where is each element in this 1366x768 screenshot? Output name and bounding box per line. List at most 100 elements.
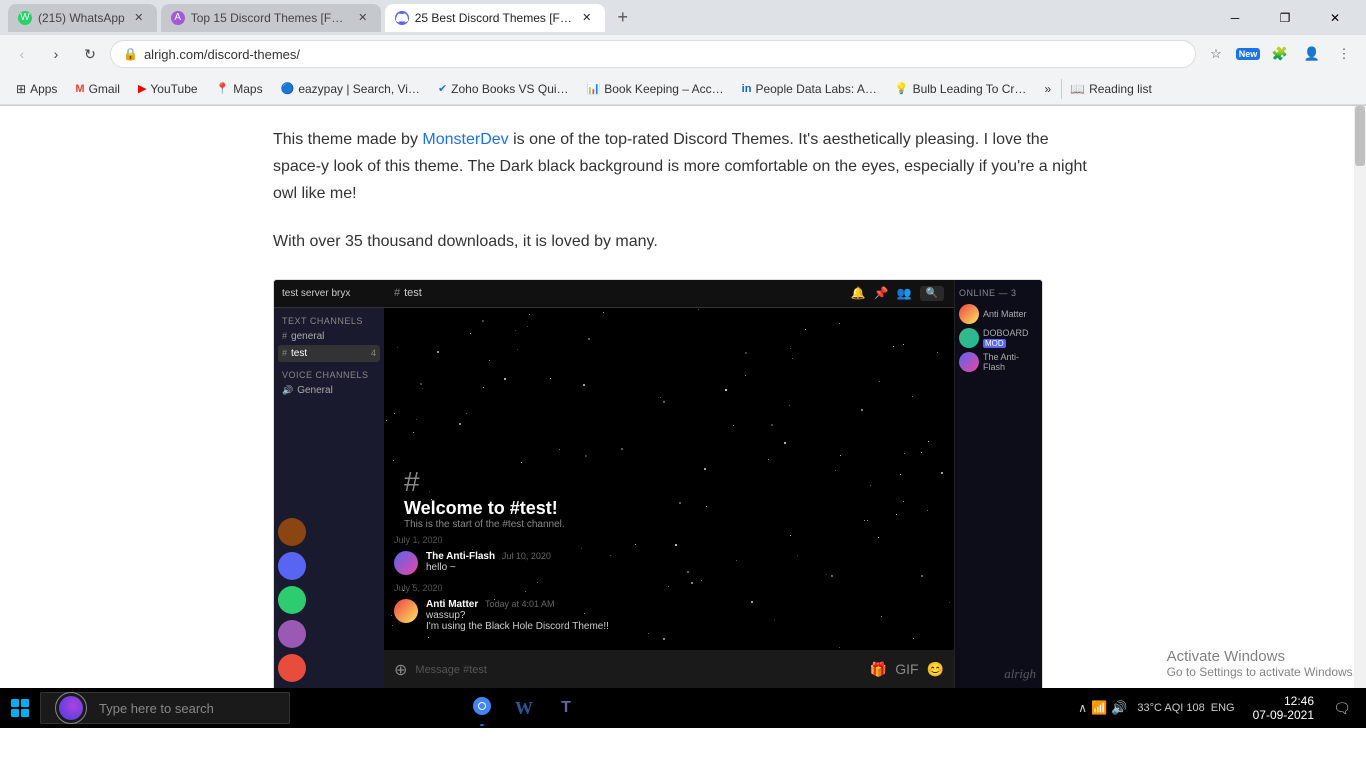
activate-line1: Activate Windows bbox=[1167, 648, 1356, 665]
member-avatar-1 bbox=[959, 304, 979, 324]
tab-discord2[interactable]: 25 Best Discord Themes [For Bett… ✕ bbox=[385, 4, 605, 32]
back-button[interactable]: ‹ bbox=[8, 40, 36, 68]
bookmark-gmail[interactable]: M Gmail bbox=[67, 79, 128, 99]
discord-topbar: # test 🔔 📌 👥 🔍 bbox=[384, 280, 954, 308]
bookmark-pdl[interactable]: in People Data Labs: A… bbox=[734, 79, 885, 99]
extensions-icon[interactable]: 🧩 bbox=[1266, 40, 1294, 68]
tab-close-discord2[interactable]: ✕ bbox=[579, 10, 595, 26]
hash-topbar: # bbox=[394, 287, 400, 299]
close-button[interactable]: ✕ bbox=[1312, 4, 1358, 32]
taskbar-mail[interactable]: ✉ bbox=[420, 688, 460, 728]
bookmark-more[interactable]: » bbox=[1036, 79, 1059, 99]
start-button[interactable] bbox=[0, 688, 40, 728]
msg-avatar-1 bbox=[394, 551, 418, 575]
taskbar-clock[interactable]: 12:46 07-09-2021 bbox=[1245, 694, 1322, 722]
search-topbar-icon: 🔍 bbox=[926, 288, 938, 299]
monsterdev-link[interactable]: MonsterDev bbox=[422, 131, 508, 148]
windows-icon bbox=[11, 699, 29, 717]
channel-voice-general[interactable]: 🔊 General bbox=[278, 382, 380, 399]
bookmark-maps[interactable]: 📍 Maps bbox=[208, 79, 271, 99]
bookmark-eazypay-label: eazypay | Search, Vi… bbox=[298, 82, 420, 96]
scrollbar-thumb[interactable] bbox=[1355, 106, 1365, 166]
bookmark-maps-label: Maps bbox=[233, 82, 262, 96]
activate-windows-overlay: Activate Windows Go to Settings to activ… bbox=[1167, 648, 1356, 679]
paragraph1: This theme made by MonsterDev is one of … bbox=[273, 126, 1093, 208]
taskbar-search[interactable]: Type here to search bbox=[40, 692, 290, 724]
bookmark-youtube-label: YouTube bbox=[150, 82, 197, 96]
welcome-subtitle: This is the start of the #test channel. bbox=[404, 519, 565, 530]
chevron-up-icon[interactable]: ∧ bbox=[1078, 701, 1087, 715]
address-text: alrigh.com/discord-themes/ bbox=[144, 47, 300, 62]
taskbar-task-view[interactable]: ⧉ bbox=[294, 688, 334, 728]
member-badge-2: MOD bbox=[983, 339, 1006, 348]
tab-close-discord1[interactable]: ✕ bbox=[355, 10, 371, 26]
chat-input-placeholder[interactable]: Message #test bbox=[415, 664, 487, 676]
taskbar-teams[interactable]: T bbox=[546, 688, 586, 728]
taskbar-right: ∧ 📶 🔊 33°C AQI 108 ENG 12:46 07-09-2021 … bbox=[1078, 688, 1366, 728]
channel-general[interactable]: # general bbox=[278, 328, 380, 345]
bookmark-bookkeeping[interactable]: 📊 Book Keeping – Acc… bbox=[579, 79, 732, 99]
tab-close-whatsapp[interactable]: ✕ bbox=[131, 10, 147, 26]
file-explorer-icon: 🗂 bbox=[345, 698, 368, 719]
avatar-3 bbox=[278, 586, 306, 614]
new-tab-button[interactable]: + bbox=[609, 4, 637, 32]
bookmark-apps[interactable]: ⊞ Apps bbox=[8, 79, 65, 99]
scrollbar[interactable] bbox=[1354, 106, 1366, 728]
member-avatar-2 bbox=[959, 328, 979, 348]
msg-author-1: The Anti-Flash bbox=[426, 551, 495, 562]
message-1: The Anti-Flash Jul 10, 2020 hello ~ bbox=[394, 551, 944, 575]
tab-favicon-whatsapp: W bbox=[18, 11, 32, 25]
taskbar-store[interactable]: 🛍 bbox=[378, 688, 418, 728]
watermark: alrigh bbox=[1004, 666, 1036, 682]
reading-list[interactable]: 📖 Reading list bbox=[1061, 79, 1160, 99]
discord-sidebar: test server bryx TEXT CHANNELS # general bbox=[274, 280, 384, 690]
server-header[interactable]: test server bryx bbox=[274, 280, 384, 308]
cortana-button[interactable] bbox=[55, 692, 87, 724]
profile-icon[interactable]: 👤 bbox=[1298, 40, 1326, 68]
bookmark-eazypay[interactable]: 🔵 eazypay | Search, Vi… bbox=[273, 79, 428, 99]
tab-title-discord1: Top 15 Discord Themes [For Bett… bbox=[191, 11, 349, 25]
maximize-button[interactable]: ❐ bbox=[1262, 4, 1308, 32]
bookmark-zoho[interactable]: ✔ Zoho Books VS Qui… bbox=[430, 79, 577, 99]
chat-action-icons: 🎁 GIF 😊 bbox=[870, 661, 944, 678]
bookmark-bulb[interactable]: 💡 Bulb Leading To Cr… bbox=[887, 79, 1035, 99]
forward-button[interactable]: › bbox=[42, 40, 70, 68]
taskbar-chrome[interactable] bbox=[462, 688, 502, 728]
channel-test-label: test bbox=[291, 348, 307, 359]
tab-whatsapp[interactable]: W (215) WhatsApp ✕ bbox=[8, 4, 157, 32]
refresh-button[interactable]: ↻ bbox=[76, 40, 104, 68]
chrome-active-indicator bbox=[480, 724, 484, 726]
welcome-title: Welcome to #test! bbox=[404, 498, 565, 519]
volume-icon[interactable]: 🔊 bbox=[1111, 700, 1127, 716]
channel-general-label: general bbox=[291, 331, 324, 342]
taskbar-file-explorer[interactable]: 🗂 bbox=[336, 688, 376, 728]
gif-icon[interactable]: GIF bbox=[895, 661, 918, 678]
bell-icon[interactable]: 🔔 bbox=[851, 286, 866, 300]
emoji-icon[interactable]: 😊 bbox=[927, 661, 944, 678]
text-channels-title: TEXT CHANNELS bbox=[278, 314, 380, 328]
channel-test[interactable]: # test 4 bbox=[278, 345, 380, 362]
language-indicator[interactable]: ENG bbox=[1211, 702, 1235, 714]
minimize-button[interactable]: ─ bbox=[1212, 4, 1258, 32]
notification-center[interactable]: 🗨 bbox=[1326, 688, 1358, 728]
pin-icon[interactable]: 📌 bbox=[874, 286, 889, 300]
tab-discord1[interactable]: A Top 15 Discord Themes [For Bett… ✕ bbox=[161, 4, 381, 32]
members-icon[interactable]: 👥 bbox=[897, 286, 912, 300]
channel-notification: 4 bbox=[371, 348, 376, 358]
weather-info[interactable]: 33°C AQI 108 bbox=[1137, 702, 1204, 714]
search-box[interactable]: 🔍 bbox=[920, 286, 944, 301]
welcome-hash: # bbox=[404, 466, 565, 498]
page-wrapper: W (215) WhatsApp ✕ A Top 15 Discord Them… bbox=[0, 0, 1366, 728]
bookmark-icon[interactable]: ☆ bbox=[1202, 40, 1230, 68]
bookmark-gmail-label: Gmail bbox=[89, 82, 120, 96]
voice-channels-title: VOICE CHANNELS bbox=[278, 368, 380, 382]
taskbar-word[interactable]: W bbox=[504, 688, 544, 728]
add-icon[interactable]: ⊕ bbox=[394, 660, 407, 680]
menu-icon[interactable]: ⋮ bbox=[1330, 40, 1358, 68]
bookmark-bulb-label: Bulb Leading To Cr… bbox=[913, 82, 1027, 96]
gift-icon[interactable]: 🎁 bbox=[870, 661, 887, 678]
bookmark-youtube[interactable]: ▶ YouTube bbox=[130, 79, 206, 99]
network-icon[interactable]: 📶 bbox=[1091, 700, 1107, 716]
date-divider-july: July 1, 2020 bbox=[394, 535, 944, 545]
address-input[interactable]: 🔒 alrigh.com/discord-themes/ bbox=[110, 40, 1196, 68]
